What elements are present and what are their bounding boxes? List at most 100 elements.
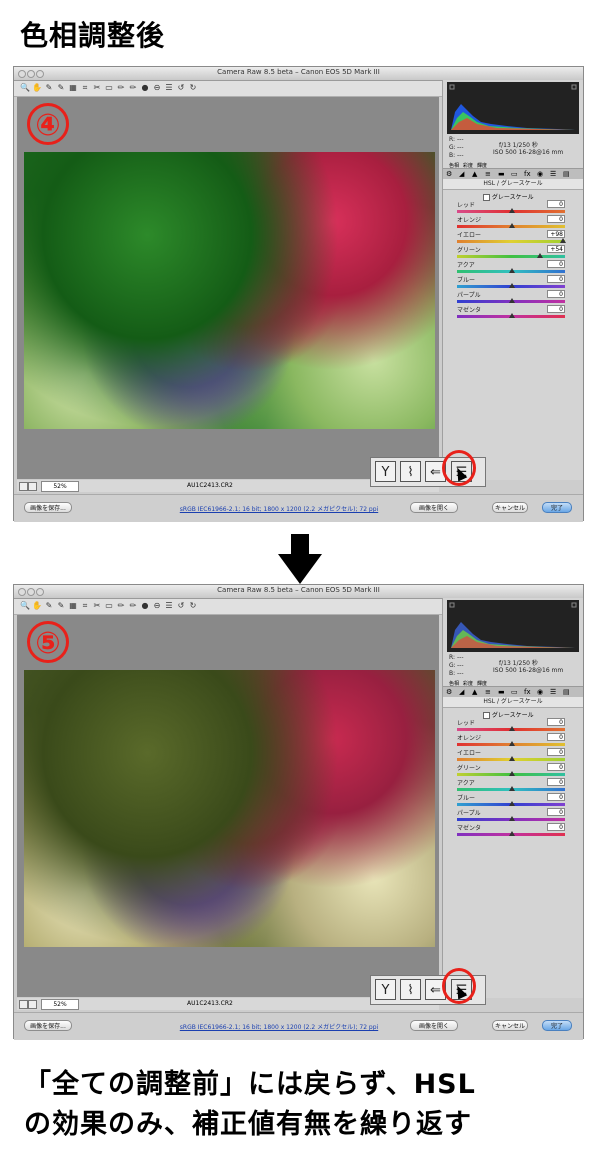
toolbar-tool-icon[interactable]: ✎ [56,83,66,93]
panel-tab-icon[interactable]: fx [524,687,531,697]
workflow-options-link[interactable]: sRGB IEC61966-2.1; 16 bit; 1800 x 1200 (… [164,504,394,513]
zoom-in-icon[interactable] [28,482,37,491]
slider-value-field[interactable]: 0 [547,793,565,801]
toolbar-tool-icon[interactable]: ⌗ [80,83,90,93]
toolbar-tool-icon[interactable]: ✂ [92,83,102,93]
slider-value-field[interactable]: 0 [547,733,565,741]
cancel-button[interactable]: キャンセル [492,1020,528,1031]
panel-tab-icon[interactable]: ▭ [511,687,518,697]
hsl-target-tool-icon[interactable]: ⌇ [400,979,421,1000]
slider-thumb[interactable] [509,816,515,821]
toolbar-tool-icon[interactable]: ▦ [68,601,78,611]
panel-tab-icon[interactable]: ▤ [563,687,570,697]
hsl-tab[interactable]: 色相 [449,162,459,169]
toolbar-tool-icon[interactable]: ✎ [44,83,54,93]
toolbar-tool-icon[interactable]: ▭ [104,83,114,93]
panel-tab-icon[interactable]: ≡ [485,687,491,697]
hsl-target-tool-icon[interactable]: ⌇ [400,461,421,482]
slider-value-field[interactable]: 0 [547,290,565,298]
toolbar-tool-icon[interactable]: ✂ [92,601,102,611]
slider-value-field[interactable]: 0 [547,808,565,816]
slider-value-field[interactable]: 0 [547,275,565,283]
toolbar-tool-icon[interactable]: ✋ [32,83,42,93]
toolbar-tool-icon[interactable]: ↻ [188,83,198,93]
zoom-in-icon[interactable] [28,1000,37,1009]
slider-thumb[interactable] [509,223,515,228]
slider-value-field[interactable]: 0 [547,748,565,756]
curve-tool-icon[interactable]: Y [375,979,396,1000]
hsl-tab[interactable]: 彩度 [463,162,473,169]
workflow-options-link[interactable]: sRGB IEC61966-2.1; 16 bit; 1800 x 1200 (… [164,1022,394,1031]
slider-thumb[interactable] [509,801,515,806]
slider-value-field[interactable]: 0 [547,305,565,313]
toolbar-tool-icon[interactable]: ▭ [104,601,114,611]
panel-tab-icon[interactable]: ⚙ [446,687,452,697]
slider-value-field[interactable]: 0 [547,763,565,771]
save-image-button[interactable]: 画像を保存... [24,502,72,513]
panel-tab-icon[interactable]: ▬ [498,169,505,179]
zoom-out-icon[interactable] [19,1000,28,1009]
panel-tab-icon[interactable]: ◢ [459,687,464,697]
toolbar-tool-icon[interactable]: ↻ [188,601,198,611]
slider-thumb[interactable] [509,268,515,273]
slider-thumb[interactable] [509,831,515,836]
slider-value-field[interactable]: 0 [547,200,565,208]
slider-track[interactable] [457,255,565,258]
toolbar-tool-icon[interactable]: ☰ [164,601,174,611]
hsl-tab[interactable]: 色相 [449,680,459,687]
panel-tab-icon[interactable]: ⚙ [446,169,452,179]
save-image-button[interactable]: 画像を保存... [24,1020,72,1031]
hsl-tab[interactable]: 輝度 [477,162,487,169]
slider-value-field[interactable]: 0 [547,718,565,726]
slider-thumb[interactable] [509,726,515,731]
slider-thumb[interactable] [509,298,515,303]
toolbar-tool-icon[interactable]: ↺ [176,83,186,93]
slider-thumb[interactable] [509,283,515,288]
zoom-out-icon[interactable] [19,482,28,491]
panel-tab-icon[interactable]: ◉ [537,687,543,697]
slider-thumb[interactable] [509,313,515,318]
toolbar-tool-icon[interactable]: ● [140,83,150,93]
toolbar-tool-icon[interactable]: ● [140,601,150,611]
slider-value-field[interactable]: 0 [547,778,565,786]
toolbar-tool-icon[interactable]: ✏ [128,83,138,93]
slider-value-field[interactable]: +54 [547,245,565,253]
toolbar-tool-icon[interactable]: ⊖ [152,83,162,93]
slider-thumb[interactable] [509,786,515,791]
slider-value-field[interactable]: 0 [547,260,565,268]
panel-tab-icon[interactable]: ◢ [459,169,464,179]
panel-tab-icon[interactable]: ≡ [485,169,491,179]
panel-tab-icon[interactable]: fx [524,169,531,179]
curve-tool-icon[interactable]: Y [375,461,396,482]
cancel-button[interactable]: キャンセル [492,502,528,513]
toolbar-tool-icon[interactable]: 🔍 [20,83,30,93]
open-image-button[interactable]: 画像を開く [410,1020,458,1031]
toolbar-tool-icon[interactable]: ↺ [176,601,186,611]
hsl-tab[interactable]: 輝度 [477,680,487,687]
slider-thumb[interactable] [509,756,515,761]
toolbar-tool-icon[interactable]: ⊖ [152,601,162,611]
done-button[interactable]: 完了 [542,502,572,513]
panel-tab-icon[interactable]: ▲ [472,687,477,697]
toolbar-tool-icon[interactable]: ✋ [32,601,42,611]
slider-thumb[interactable] [509,208,515,213]
slider-thumb[interactable] [560,238,566,243]
toolbar-tool-icon[interactable]: 🔍 [20,601,30,611]
slider-value-field[interactable]: 0 [547,823,565,831]
toolbar-tool-icon[interactable]: ✏ [116,83,126,93]
slider-thumb[interactable] [509,771,515,776]
toolbar-tool-icon[interactable]: ✏ [128,601,138,611]
slider-value-field[interactable]: 0 [547,215,565,223]
open-image-button[interactable]: 画像を開く [410,502,458,513]
panel-tab-icon[interactable]: ☰ [550,169,556,179]
panel-tab-icon[interactable]: ▲ [472,169,477,179]
toolbar-tool-icon[interactable]: ☰ [164,83,174,93]
toolbar-tool-icon[interactable]: ✏ [116,601,126,611]
slider-value-field[interactable]: +98 [547,230,565,238]
slider-track[interactable] [457,240,565,243]
zoom-select[interactable]: 52% [41,999,79,1010]
panel-tab-icon[interactable]: ☰ [550,687,556,697]
panel-tab-icon[interactable]: ▤ [563,169,570,179]
toolbar-tool-icon[interactable]: ✎ [44,601,54,611]
done-button[interactable]: 完了 [542,1020,572,1031]
